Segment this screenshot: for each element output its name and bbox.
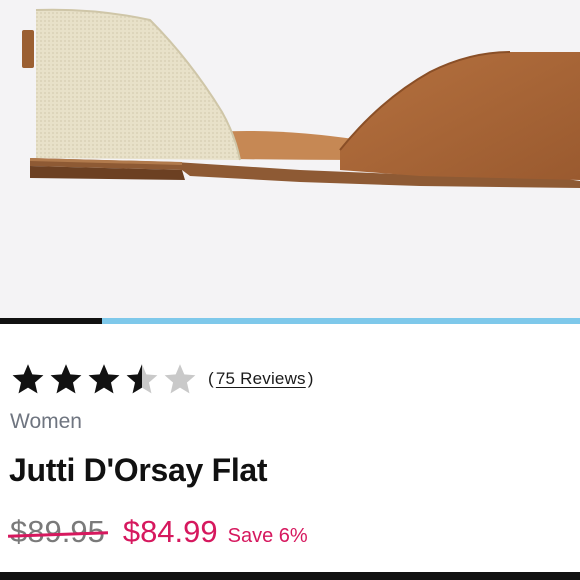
product-image[interactable] xyxy=(0,0,580,318)
star-empty-icon xyxy=(164,364,196,394)
product-title: Jutti D'Orsay Flat xyxy=(9,452,268,488)
sale-price: $84.99 xyxy=(122,514,218,549)
rating-row: (75 Reviews) xyxy=(10,362,314,396)
reviews-count-label[interactable]: 75 Reviews xyxy=(216,369,306,388)
original-price: $89.95 xyxy=(7,514,108,550)
price-row: $89.95 $84.99 Save 6% xyxy=(7,514,308,550)
star-filled-icon xyxy=(88,364,120,394)
gallery-progress-fill xyxy=(0,318,102,324)
gallery-progress-bar xyxy=(0,318,580,324)
product-category[interactable]: Women xyxy=(10,410,82,434)
reviews-close-paren: ) xyxy=(307,369,314,388)
reviews-open-paren: ( xyxy=(208,369,214,388)
star-half-icon xyxy=(126,364,158,394)
shoe-illustration xyxy=(22,8,580,188)
bottom-divider xyxy=(0,572,580,580)
reviews-link[interactable]: (75 Reviews) xyxy=(208,369,314,389)
savings-badge: Save 6% xyxy=(227,525,308,547)
star-rating xyxy=(10,362,200,396)
star-filled-icon xyxy=(50,364,82,394)
star-filled-icon xyxy=(12,364,44,394)
